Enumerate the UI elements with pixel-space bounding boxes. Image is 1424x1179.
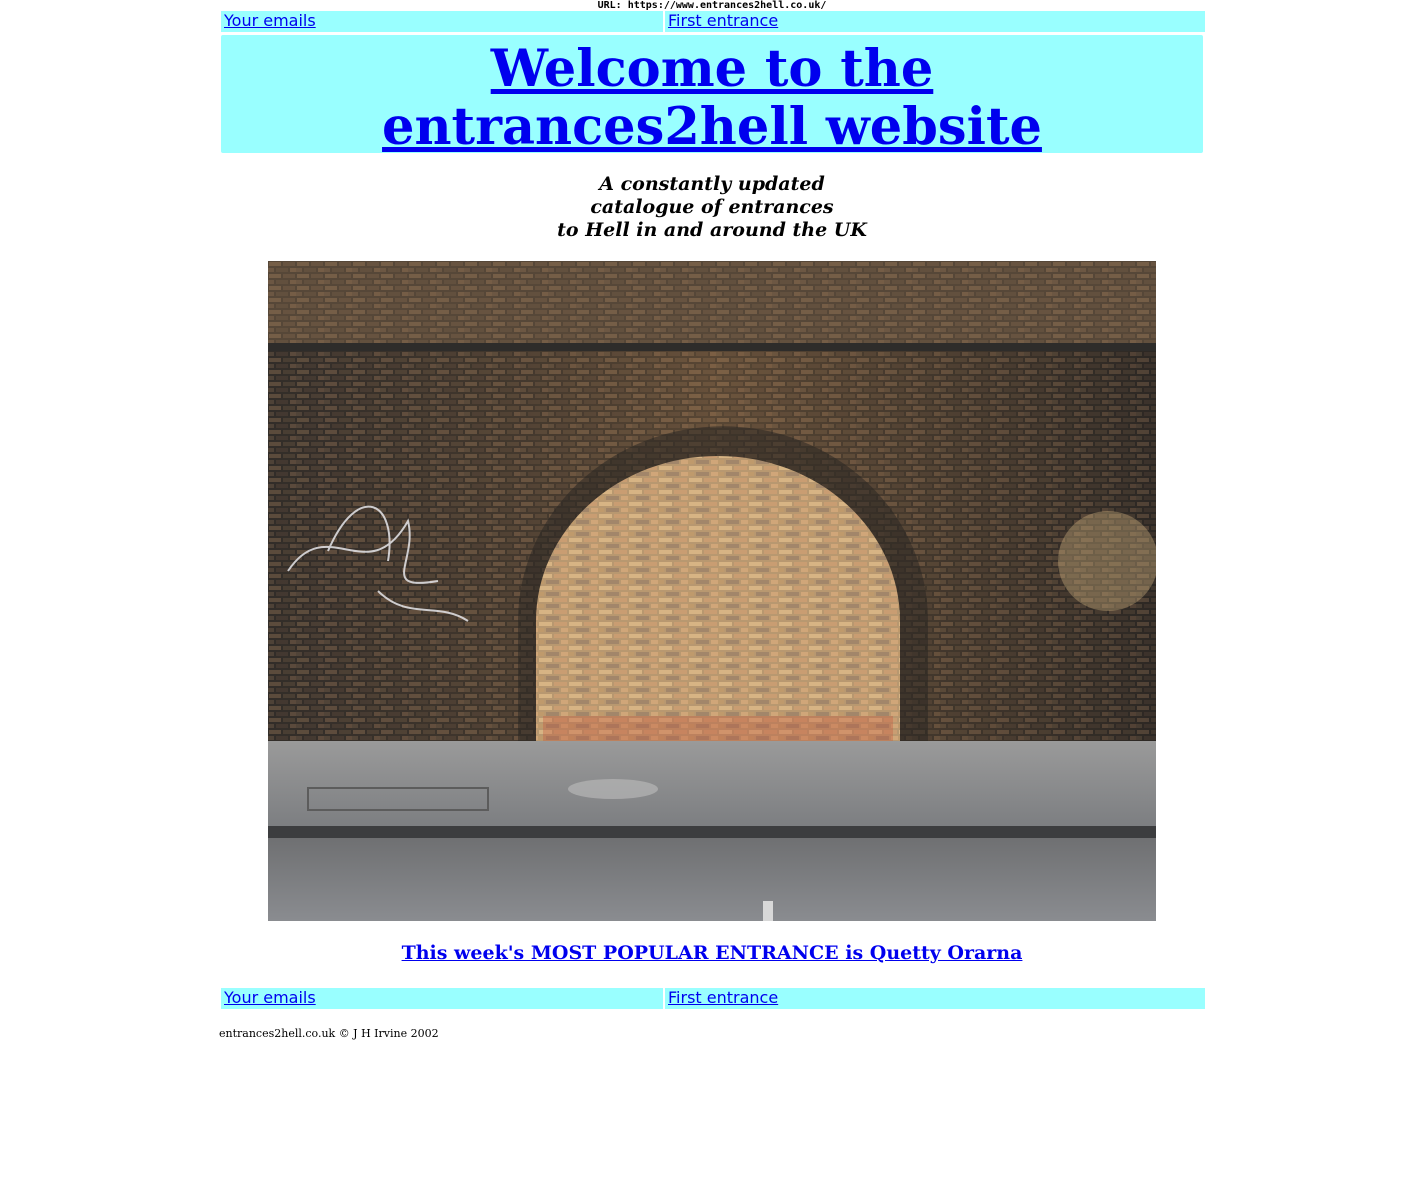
top-nav-cell-first: First entrance [665, 11, 1205, 32]
tagline-line1: A constantly updated [599, 173, 825, 195]
first-entrance-link-bottom[interactable]: First entrance [668, 988, 778, 1007]
your-emails-link-bottom[interactable]: Your emails [224, 988, 316, 1007]
page-title-link[interactable]: Welcome to the entrances2hell website [382, 40, 1042, 156]
url-label: URL: https://www.entrances2hell.co.uk/ [597, 0, 827, 11]
top-nav-cell-emails: Your emails [221, 11, 663, 32]
page-title-line2: entrances2hell website [382, 97, 1042, 157]
most-popular-link[interactable]: This week's MOST POPULAR ENTRANCE is Que… [402, 942, 1023, 964]
archway-photo [268, 261, 1156, 921]
tagline-line2: catalogue of entrances [590, 196, 834, 218]
page-title-line1: Welcome to the [490, 39, 934, 99]
tagline-line3: to Hell in and around the UK [557, 219, 867, 241]
copyright-footer: entrances2hell.co.uk © J H Irvine 2002 [219, 1027, 439, 1040]
bottom-nav-cell-emails: Your emails [221, 988, 663, 1009]
bottom-nav: Your emails First entrance [219, 988, 1205, 1009]
tagline: A constantly updated catalogue of entran… [0, 173, 1424, 242]
top-nav: Your emails First entrance [219, 11, 1205, 32]
most-popular: This week's MOST POPULAR ENTRANCE is Que… [0, 942, 1424, 964]
first-entrance-link[interactable]: First entrance [668, 11, 778, 30]
your-emails-link[interactable]: Your emails [224, 11, 316, 30]
page-title-box: Welcome to the entrances2hell website [221, 35, 1203, 156]
bottom-nav-cell-first: First entrance [665, 988, 1205, 1009]
